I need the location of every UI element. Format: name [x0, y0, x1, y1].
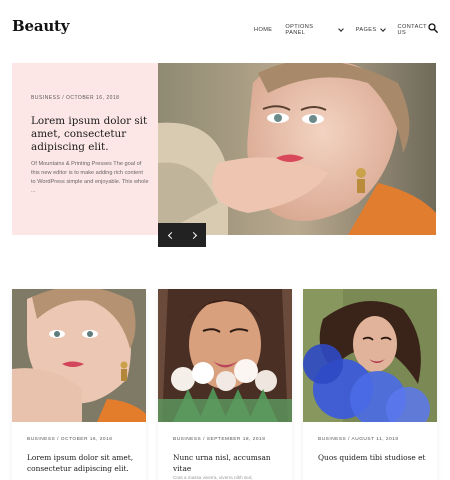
slider-prev-button[interactable]: [158, 223, 182, 247]
nav-item-label: PAGES: [355, 27, 377, 33]
meta-separator: /: [203, 437, 205, 442]
nav-item-label: OPTIONS PANEL: [285, 24, 314, 36]
featured-post-card: BUSINESS / OCTOBER 16, 2018 Lorem ipsum …: [12, 63, 158, 235]
post-category[interactable]: BUSINESS: [27, 437, 55, 442]
post-card: BUSINESS / SEPTEMBER 18, 2018 Nunc urna …: [158, 289, 292, 480]
slider-next-button[interactable]: [182, 223, 206, 247]
post-category[interactable]: BUSINESS: [31, 95, 60, 101]
featured-post-title[interactable]: Lorem ipsum dolor sit amet, consectetur …: [31, 115, 151, 154]
chevron-left-icon: [167, 231, 175, 239]
meta-separator: /: [62, 95, 65, 101]
post-excerpt: Cras a massa viverra, viverra nibh sed,: [173, 475, 253, 480]
featured-post-excerpt: Of Mountains & Printing Presses The goal…: [31, 161, 149, 194]
post-thumbnail[interactable]: [12, 289, 146, 422]
slider-controls: [158, 223, 206, 247]
nav-item-label: HOME: [254, 27, 273, 33]
post-meta: BUSINESS / OCTOBER 16, 2018: [27, 437, 112, 442]
post-card: BUSINESS / OCTOBER 16, 2018 Lorem ipsum …: [12, 289, 146, 480]
post-card: BUSINESS / AUGUST 11, 2018 Quos quidem t…: [303, 289, 437, 480]
post-category[interactable]: BUSINESS: [173, 437, 201, 442]
featured-post-image[interactable]: [158, 63, 436, 235]
chevron-down-icon: [337, 25, 344, 32]
post-thumbnail[interactable]: [158, 289, 292, 422]
post-meta: BUSINESS / AUGUST 11, 2018: [318, 437, 399, 442]
nav-item-home[interactable]: HOME: [251, 27, 275, 33]
chevron-right-icon: [189, 231, 197, 239]
chevron-down-icon: [379, 25, 386, 32]
post-title[interactable]: Quos quidem tibi studiose et: [318, 452, 430, 463]
post-date[interactable]: OCTOBER 16, 2018: [66, 95, 120, 101]
post-meta: BUSINESS / OCTOBER 16, 2018: [31, 95, 119, 101]
post-category[interactable]: BUSINESS: [318, 437, 346, 442]
site-logo[interactable]: Beauty: [12, 17, 69, 35]
meta-separator: /: [348, 437, 350, 442]
post-meta: BUSINESS / SEPTEMBER 18, 2018: [173, 437, 265, 442]
search-icon[interactable]: [428, 23, 438, 33]
post-title[interactable]: Lorem ipsum dolor sit amet, consectetur …: [27, 452, 139, 474]
nav-item-options-panel[interactable]: OPTIONS PANEL: [285, 24, 344, 36]
post-title[interactable]: Nunc urna nisl, accumsan vitae: [173, 452, 285, 474]
post-date[interactable]: OCTOBER 16, 2018: [61, 437, 113, 442]
post-thumbnail[interactable]: [303, 289, 437, 422]
meta-separator: /: [57, 437, 59, 442]
main-nav: HOME OPTIONS PANEL PAGES CONTACT US: [251, 24, 450, 36]
post-date[interactable]: SEPTEMBER 18, 2018: [207, 437, 266, 442]
nav-item-pages[interactable]: PAGES: [355, 25, 386, 33]
post-date[interactable]: AUGUST 11, 2018: [352, 437, 399, 442]
site-header: Beauty HOME OPTIONS PANEL PAGES CONTACT …: [0, 0, 450, 56]
